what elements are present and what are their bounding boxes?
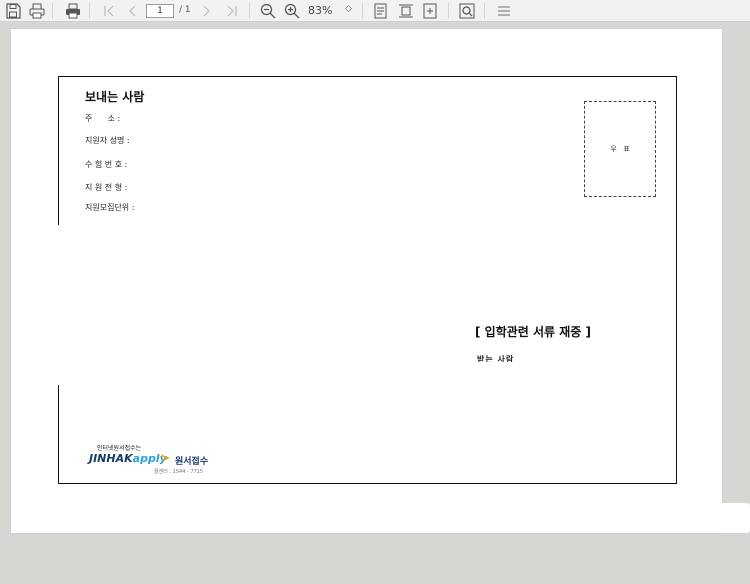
field-admission-type-label: 지 원 전 형 : xyxy=(85,183,128,192)
logo-phone: 콜센터 : 1544 - 7715 xyxy=(154,469,204,475)
envelope-form: 보내는 사람 주 소 : 지원자 성명 : 수 험 번 호 : 지 원 전 형 … xyxy=(58,76,677,484)
logo-service: 원서접수 xyxy=(175,457,209,467)
zoom-out-icon[interactable] xyxy=(258,1,278,21)
receiver-title: [ 입학관련 서류 재중 ] xyxy=(475,325,592,339)
zoom-dropdown-icon[interactable]: ◇ xyxy=(345,4,352,14)
last-page-icon[interactable] xyxy=(222,1,242,21)
save-icon[interactable] xyxy=(3,1,23,21)
logo-brand: JINHAKapply xyxy=(89,452,167,465)
page-number-input[interactable]: 1 xyxy=(146,4,174,18)
menu-icon[interactable] xyxy=(494,1,514,21)
page-total: / 1 xyxy=(179,5,191,15)
print-icon[interactable] xyxy=(27,1,47,21)
document-page: 보내는 사람 주 소 : 지원자 성명 : 수 험 번 호 : 지 원 전 형 … xyxy=(11,29,722,533)
toolbar-divider xyxy=(249,3,250,19)
fit-page-icon[interactable] xyxy=(396,1,416,21)
field-name-label: 지원자 성명 : xyxy=(85,136,130,145)
field-department-label: 지원모집단위 : xyxy=(85,203,135,212)
toolbar-divider xyxy=(52,3,53,19)
first-page-icon[interactable] xyxy=(99,1,119,21)
toolbar-divider xyxy=(362,3,363,19)
zoom-in-icon[interactable] xyxy=(282,1,302,21)
find-icon[interactable] xyxy=(457,1,477,21)
stamp-box: 우 표 xyxy=(584,101,656,197)
jinhak-apply-logo: 인터넷원서접수는 JINHAKapply > 원서접수 콜센터 : 1544 -… xyxy=(89,442,229,482)
redaction-smudge xyxy=(560,503,750,533)
next-page-icon[interactable] xyxy=(197,1,217,21)
receiver-label: 받는 사람 xyxy=(477,355,515,362)
logo-tagline: 인터넷원서접수는 xyxy=(97,445,142,452)
zoom-level-select[interactable]: 83% xyxy=(308,4,332,17)
logo-arrow-icon: > xyxy=(160,451,171,465)
stamp-label: 우 표 xyxy=(610,145,630,153)
toolbar-divider xyxy=(89,3,90,19)
sender-title: 보내는 사람 xyxy=(85,90,145,104)
toolbar: 1 / 1 83% ◇ xyxy=(0,0,750,22)
prev-page-icon[interactable] xyxy=(122,1,142,21)
field-address-label: 주 소 : xyxy=(85,114,121,123)
actual-size-icon[interactable] xyxy=(420,1,440,21)
field-exam-number-label: 수 험 번 호 : xyxy=(85,160,128,169)
toolbar-divider xyxy=(448,3,449,19)
logo-brand-prefix: JINHAK xyxy=(89,452,133,465)
toolbar-divider xyxy=(484,3,485,19)
fit-width-icon[interactable] xyxy=(371,1,391,21)
redaction-smudge xyxy=(54,225,62,385)
print-setup-icon[interactable] xyxy=(63,1,83,21)
